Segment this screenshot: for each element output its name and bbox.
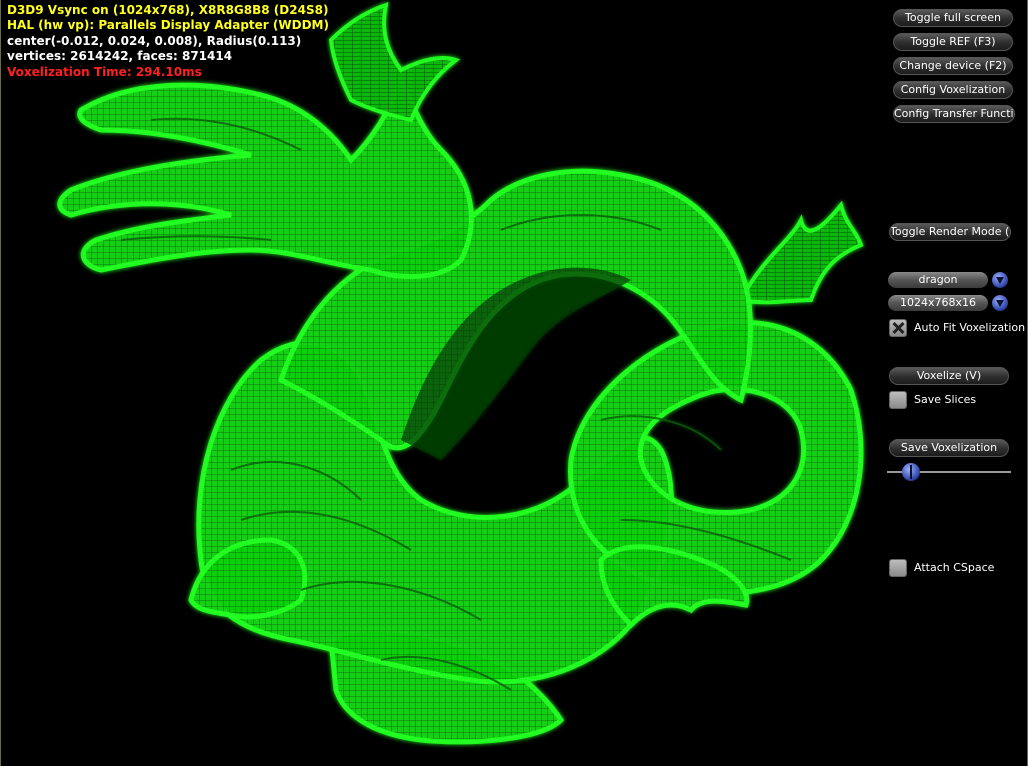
checkbox-unchecked-icon[interactable] (889, 559, 907, 577)
voxelization-time-line: Voxelization Time: 294.10ms (7, 64, 202, 79)
resolution-select-value: 1024x768x16 (888, 295, 988, 311)
slider-thumb-icon[interactable] (901, 463, 920, 481)
change-device-button[interactable]: Change device (F2) (893, 57, 1013, 75)
toggle-ref-button[interactable]: Toggle REF (F3) (893, 33, 1013, 51)
save-slices-label: Save Slices (914, 393, 977, 406)
voxel-render-viewport[interactable] (1, 0, 1028, 766)
device-stats-line: D3D9 Vsync on (1024x768), X8R8G8B8 (D24S… (7, 3, 329, 17)
auto-fit-checkbox[interactable]: Auto Fit Voxelization Bo (889, 319, 1027, 337)
app-window: D3D9 Vsync on (1024x768), X8R8G8B8 (D24S… (0, 0, 1028, 766)
adapter-stats-line: HAL (hw vp): Parallels Display Adapter (… (7, 18, 329, 33)
attach-cspace-label: Attach CSpace (914, 561, 995, 574)
checkbox-unchecked-icon[interactable] (889, 391, 907, 409)
save-slices-checkbox[interactable]: Save Slices (889, 391, 1009, 409)
dragon-horns-shape (328, 2, 461, 123)
config-voxelization-button[interactable]: Config Voxelization (893, 81, 1013, 99)
toggle-full-screen-button[interactable]: Toggle full screen (893, 9, 1013, 27)
model-select-value: dragon (888, 272, 988, 288)
voxelize-button[interactable]: Voxelize (V) (889, 367, 1009, 385)
auto-fit-label: Auto Fit Voxelization Bo (914, 321, 1027, 334)
checkbox-checked-icon[interactable] (889, 319, 907, 337)
voxel-slider[interactable] (887, 463, 1011, 481)
chevron-down-icon[interactable] (992, 295, 1008, 311)
save-voxelization-button[interactable]: Save Voxelization (889, 439, 1009, 457)
dragon-back-spikes-shape (738, 200, 864, 305)
render-stats: D3D9 Vsync on (1024x768), X8R8G8B8 (D24S… (7, 3, 329, 80)
toggle-render-mode-button[interactable]: Toggle Render Mode (M) (889, 223, 1011, 241)
mesh-stats-line: vertices: 2614242, faces: 871414 (7, 49, 233, 64)
center-radius-line: center(-0.012, 0.024, 0.008), Radius(0.1… (7, 33, 302, 48)
chevron-down-icon[interactable] (992, 272, 1008, 288)
attach-cspace-checkbox[interactable]: Attach CSpace (889, 559, 1009, 577)
dragon-model (57, 2, 864, 745)
config-transfer-function-button[interactable]: Config Transfer Function (893, 105, 1015, 123)
